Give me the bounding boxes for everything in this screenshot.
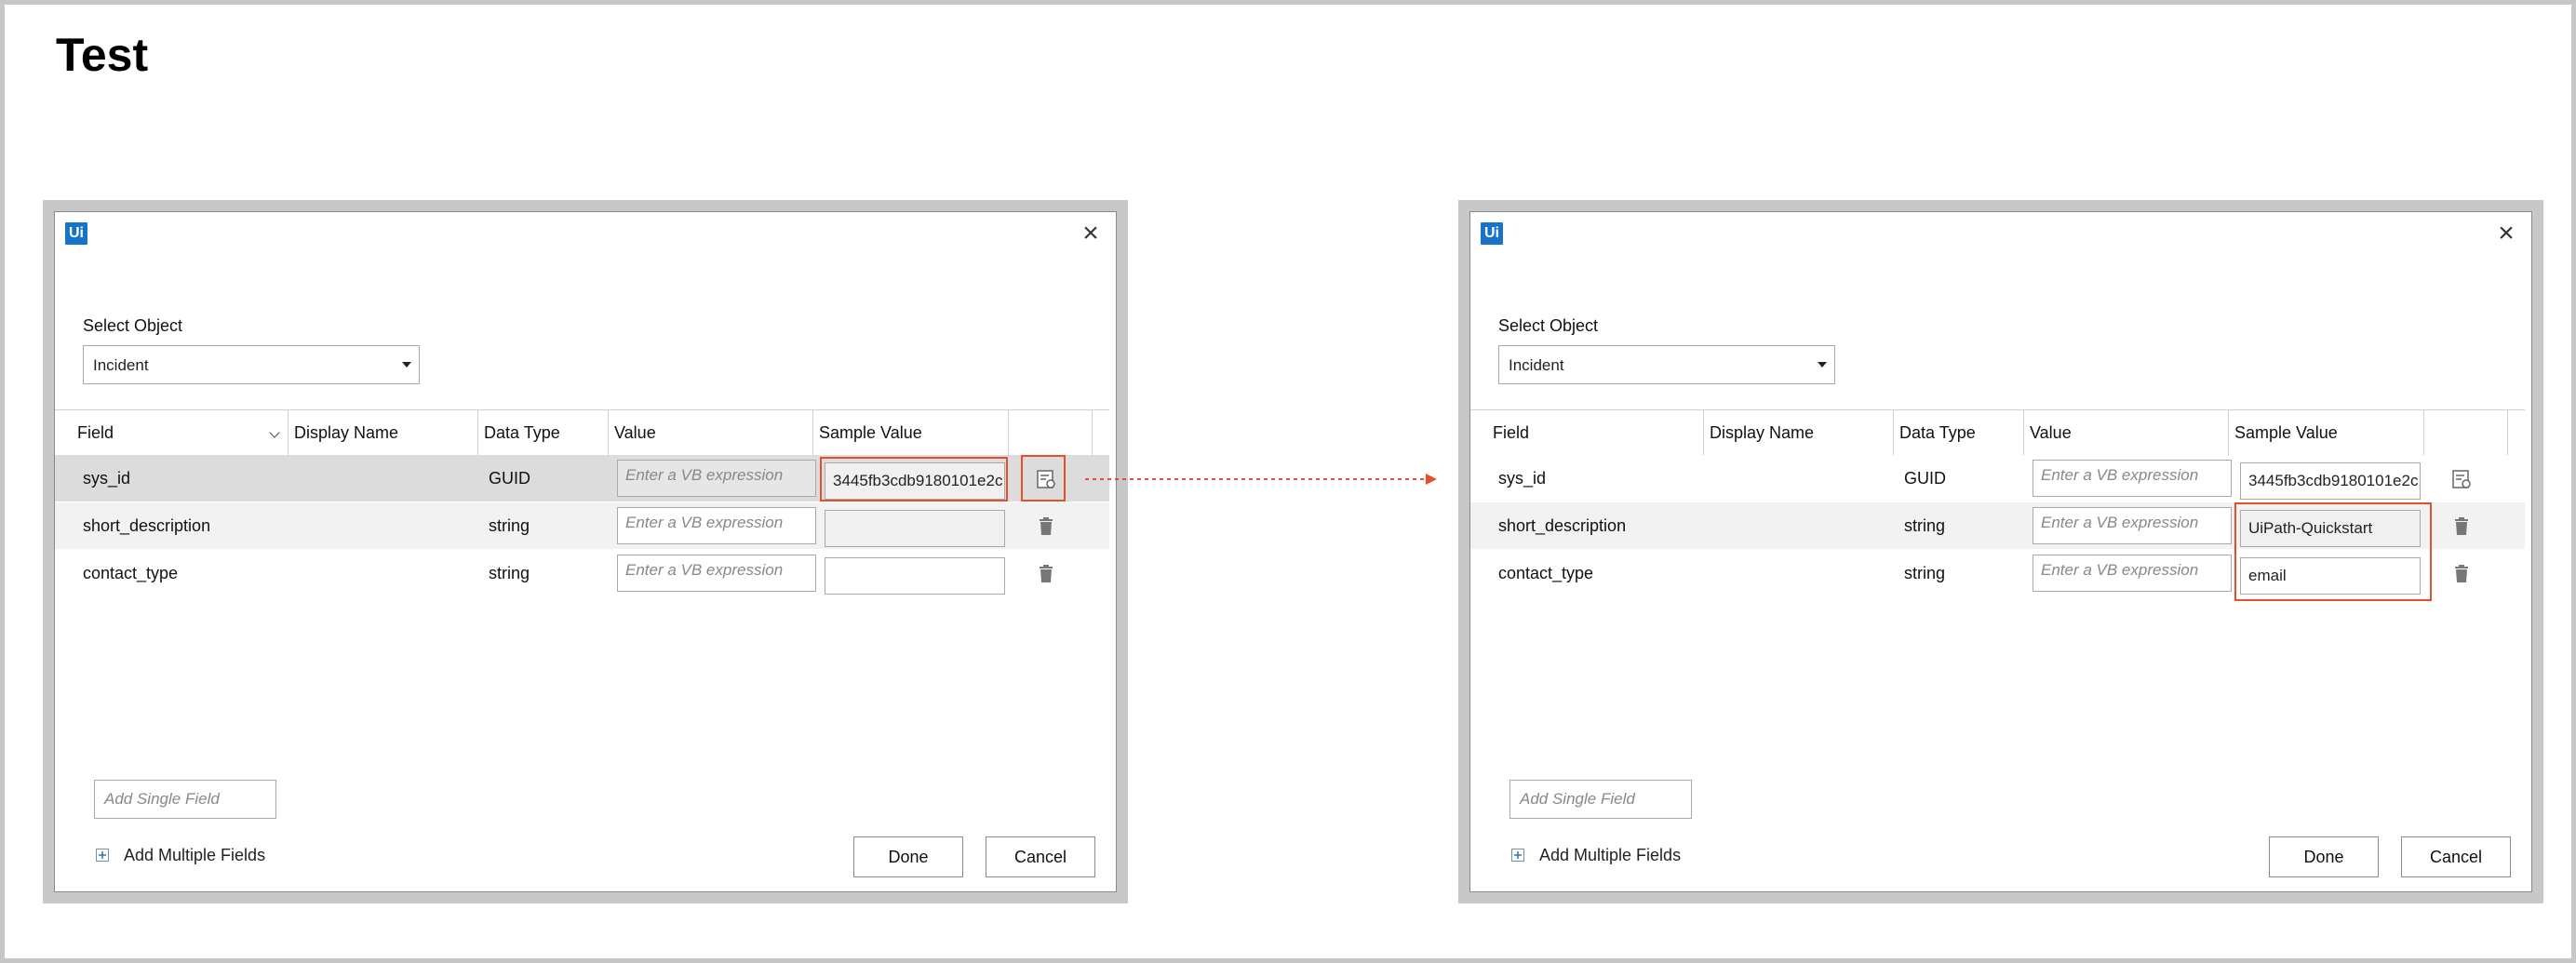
data-type: GUID [489,469,530,488]
cancel-button[interactable]: Cancel [986,836,1095,877]
trash-icon[interactable] [1035,563,1057,585]
field-name: sys_id [83,469,131,488]
schema-icon[interactable] [2450,468,2473,490]
chevron-down-icon [1818,362,1827,368]
close-button[interactable]: × [1077,220,1105,247]
column-header-sample-value[interactable]: Sample Value [2229,410,2424,455]
highlight-box [820,457,1008,502]
select-object-value: Incident [93,356,149,374]
data-type: string [489,516,530,535]
sample-value-input[interactable] [825,510,1005,547]
select-object-dropdown[interactable]: Incident [83,345,420,384]
dialog-left-shell: Ui × Select Object Incident Field Displa… [43,200,1128,903]
column-header-value[interactable]: Value [609,410,813,455]
add-single-field-input[interactable]: Add Single Field [1509,780,1692,819]
column-header-display-name[interactable]: Display Name [1704,410,1894,455]
select-object-dropdown[interactable]: Incident [1498,345,1835,384]
add-fields-icon [1511,849,1524,862]
trash-icon[interactable] [1035,515,1057,538]
trash-icon[interactable] [2450,515,2473,538]
chevron-down-icon[interactable] [269,427,280,438]
column-header-data-type[interactable]: Data Type [478,410,609,455]
field-name: contact_type [83,564,179,582]
field-name: short_description [83,516,211,535]
table-header: Field Display Name Data Type Value Sampl… [1470,409,2525,456]
table-row[interactable]: short_description string Enter a VB expr… [55,502,1109,549]
close-button[interactable]: × [2492,220,2520,247]
column-header-field[interactable]: Field [55,410,288,455]
table-row[interactable]: sys_id GUID Enter a VB expression 3445fb… [1470,455,2525,502]
add-fields-icon [96,849,109,862]
column-header-value[interactable]: Value [2024,410,2229,455]
select-object-label: Select Object [1498,316,1599,335]
column-header-data-type[interactable]: Data Type [1894,410,2024,455]
column-header-sample-value[interactable]: Sample Value [813,410,1009,455]
add-single-field-input[interactable]: Add Single Field [94,780,276,819]
add-multiple-fields-label: Add Multiple Fields [124,846,266,864]
table-row[interactable]: sys_id GUID Enter a VB expression 3445fb… [55,455,1109,502]
value-expression-input[interactable]: Enter a VB expression [617,460,816,497]
highlight-box [1021,455,1066,502]
value-expression-input[interactable]: Enter a VB expression [617,507,816,544]
highlight-box [2234,502,2432,601]
done-button[interactable]: Done [853,836,963,877]
column-header-label: Field [77,423,114,442]
data-type: string [489,564,530,582]
sample-value-input[interactable] [825,557,1005,595]
done-button[interactable]: Done [2269,836,2379,877]
cancel-button[interactable]: Cancel [2401,836,2511,877]
trash-icon[interactable] [2450,563,2473,585]
add-multiple-fields-label: Add Multiple Fields [1539,846,1682,864]
column-header-field[interactable]: Field [1470,410,1704,455]
uipath-logo-icon: Ui [1481,222,1503,245]
data-type: string [1904,564,1946,582]
page-title: Test [56,29,149,81]
value-expression-input[interactable]: Enter a VB expression [2033,460,2232,497]
column-header-display-name[interactable]: Display Name [288,410,478,455]
select-object-label: Select Object [83,316,183,335]
sample-value-input[interactable]: 3445fb3cdb9180101e2c [2240,462,2421,500]
dialog-right: Ui × Select Object Incident Field Displa… [1469,211,2532,892]
dialog-right-shell: Ui × Select Object Incident Field Displa… [1458,200,2543,903]
value-expression-input[interactable]: Enter a VB expression [617,555,816,592]
field-name: short_description [1498,516,1627,535]
table-row[interactable]: contact_type string Enter a VB expressio… [55,550,1109,596]
data-type: string [1904,516,1946,535]
arrow-connector [1085,474,1437,485]
dialog-left: Ui × Select Object Incident Field Displa… [54,211,1117,892]
data-type: GUID [1904,469,1946,488]
field-name: contact_type [1498,564,1594,582]
column-header-actions [1009,410,1093,455]
value-expression-input[interactable]: Enter a VB expression [2033,507,2232,544]
value-expression-input[interactable]: Enter a VB expression [2033,555,2232,592]
field-name: sys_id [1498,469,1547,488]
table-header: Field Display Name Data Type Value Sampl… [55,409,1109,456]
chevron-down-icon [402,362,411,368]
column-header-actions [2424,410,2508,455]
select-object-value: Incident [1509,356,1564,374]
uipath-logo-icon: Ui [65,222,87,245]
